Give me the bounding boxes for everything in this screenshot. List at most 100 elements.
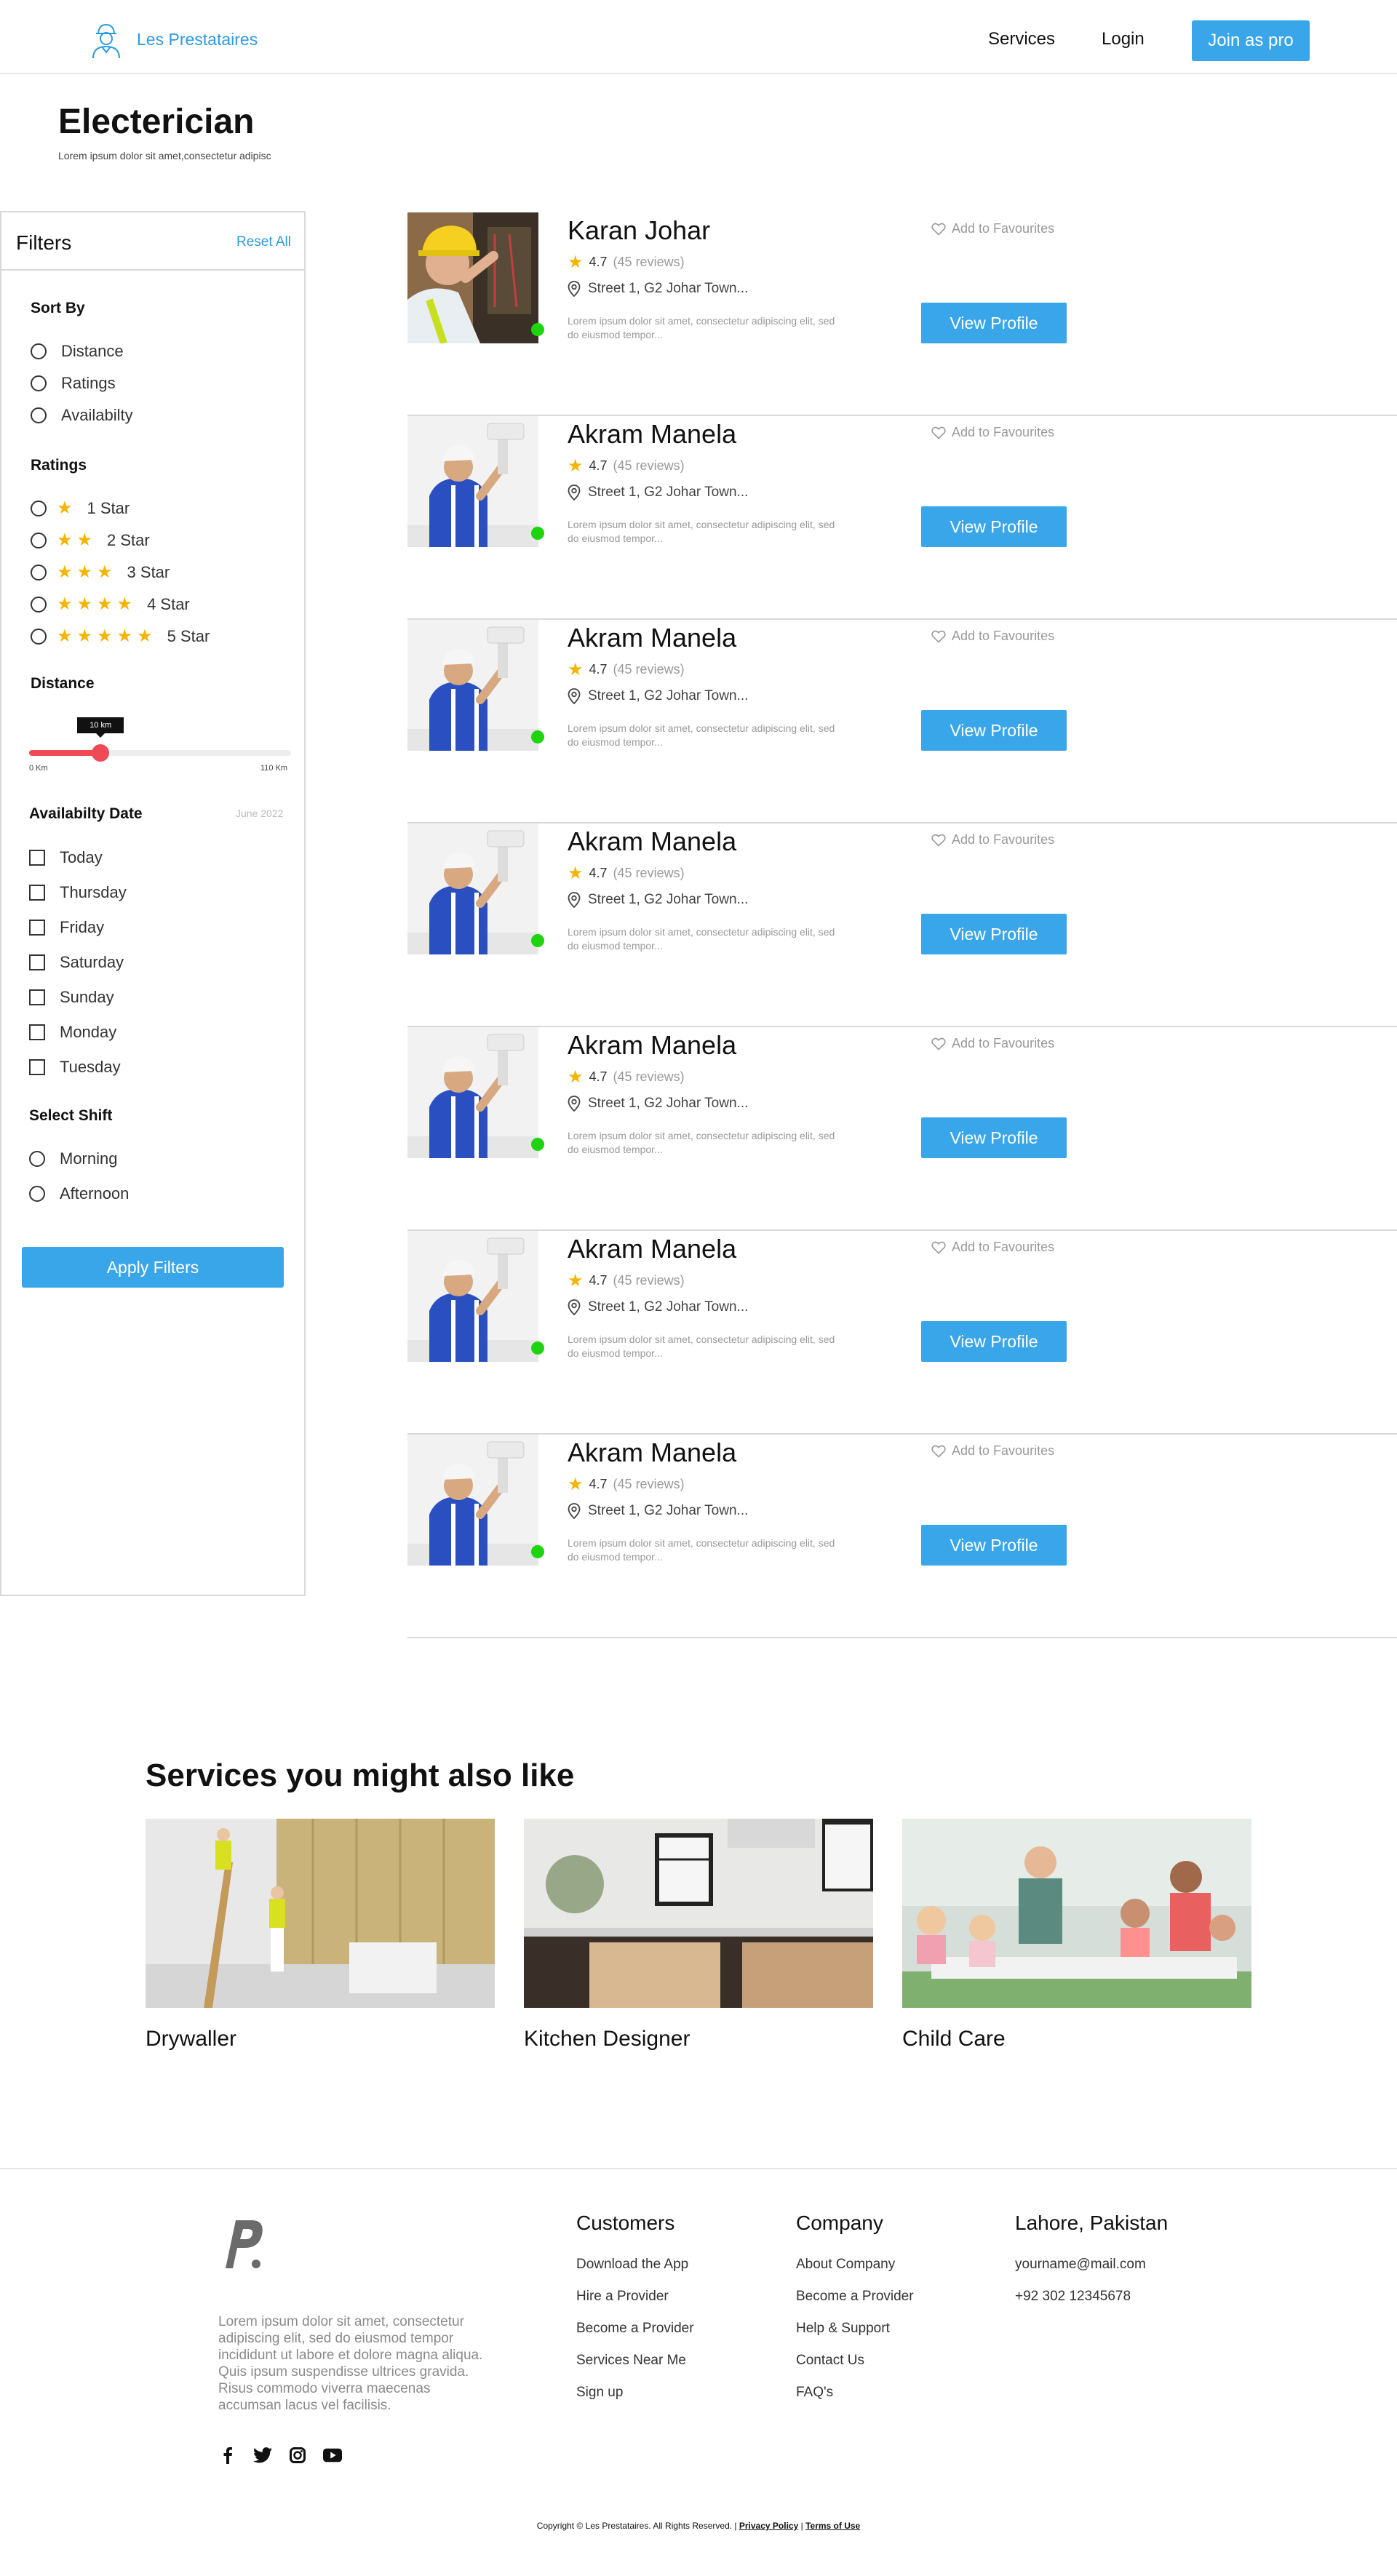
rating-option-3[interactable]: ★★★ 3 Star [31,562,170,583]
twitter-icon[interactable] [253,2446,272,2465]
join-as-pro-button[interactable]: Join as pro [1192,20,1310,61]
provider-photo[interactable] [407,1435,538,1566]
distance-slider[interactable] [29,744,291,762]
view-profile-button[interactable]: View Profile [921,506,1067,547]
rating-option-1[interactable]: ★ 1 Star [31,498,130,519]
footer-link[interactable]: Download the App [576,2257,694,2289]
provider-name[interactable]: Akram Manela [568,1030,736,1061]
provider-name[interactable]: Akram Manela [568,1234,736,1264]
radio-button[interactable] [29,1151,45,1167]
brand-name: Les Prestataires [137,29,258,49]
provider-photo[interactable] [407,212,538,343]
footer-phone[interactable]: +92 302 12345678 [1015,2289,1168,2321]
add-to-favourites-button[interactable]: Add to Favourites [931,425,1054,440]
footer-link[interactable]: FAQ's [796,2385,914,2417]
sort-option-distance[interactable]: Distance [31,342,124,361]
distance-slider-handle[interactable] [92,744,110,762]
date-option-monday[interactable]: Monday [29,1023,116,1042]
checkbox[interactable] [29,885,45,901]
service-card-drywaller[interactable]: Drywaller [146,1819,495,2051]
rating-value: 4.7 [589,1069,608,1084]
nav-login-link[interactable]: Login [1102,29,1145,49]
shift-option-morning[interactable]: Morning [29,1149,117,1168]
provider-description: Lorem ipsum dolor sit amet, consectetur … [568,1537,835,1563]
view-profile-button[interactable]: View Profile [921,914,1067,954]
footer-link[interactable]: Contact Us [796,2353,914,2385]
instagram-icon[interactable] [288,2446,307,2465]
nav-services-link[interactable]: Services [988,29,1055,49]
footer-link[interactable]: Become a Provider [796,2289,914,2321]
footer-email[interactable]: yourname@mail.com [1015,2257,1168,2289]
date-option-saturday[interactable]: Saturday [29,953,124,972]
radio-button[interactable] [31,564,47,581]
radio-button[interactable] [31,343,47,359]
footer-link[interactable]: Services Near Me [576,2353,694,2385]
footer-link[interactable]: Sign up [576,2385,694,2417]
radio-button[interactable] [31,407,47,423]
view-profile-button[interactable]: View Profile [921,303,1067,343]
provider-photo[interactable] [407,416,538,547]
youtube-icon[interactable] [323,2446,342,2465]
radio-button[interactable] [31,596,47,613]
add-to-favourites-button[interactable]: Add to Favourites [931,1240,1054,1255]
service-card-child-care[interactable]: Child Care [902,1819,1251,2051]
checkbox[interactable] [29,954,45,970]
provider-photo[interactable] [407,1027,538,1158]
radio-button[interactable] [31,628,47,645]
add-to-favourites-button[interactable]: Add to Favourites [931,221,1054,236]
view-profile-button[interactable]: View Profile [921,1117,1067,1158]
footer-link[interactable]: Hire a Provider [576,2289,694,2321]
provider-photo[interactable] [407,1231,538,1362]
provider-name[interactable]: Akram Manela [568,419,736,450]
rating-option-2[interactable]: ★★ 2 Star [31,530,150,551]
radio-button[interactable] [29,1186,45,1202]
checkbox[interactable] [29,989,45,1005]
add-to-favourites-button[interactable]: Add to Favourites [931,1443,1054,1459]
facebook-icon[interactable] [218,2446,237,2465]
view-profile-button[interactable]: View Profile [921,1525,1067,1566]
footer-company-title: Company [796,2212,883,2234]
checkbox[interactable] [29,1059,45,1075]
radio-button[interactable] [31,532,47,549]
privacy-policy-link[interactable]: Privacy Policy [739,2521,798,2531]
shift-option-afternoon[interactable]: Afternoon [29,1184,129,1203]
footer-link[interactable]: About Company [796,2257,914,2289]
sort-option-ratings[interactable]: Ratings [31,374,116,393]
date-option-thursday[interactable]: Thursday [29,883,127,902]
reset-all-link[interactable]: Reset All [236,234,291,250]
date-option-today[interactable]: Today [29,848,103,867]
add-to-favourites-button[interactable]: Add to Favourites [931,629,1054,644]
provider-name[interactable]: Akram Manela [568,623,736,653]
checkbox[interactable] [29,920,45,936]
star-icon: ★ [568,252,584,272]
service-card-kitchen-designer[interactable]: Kitchen Designer [524,1819,873,2051]
option-label: Tuesday [60,1058,121,1076]
footer-link[interactable]: Help & Support [796,2321,914,2353]
provider-photo[interactable] [407,824,538,954]
terms-of-use-link[interactable]: Terms of Use [805,2521,860,2531]
provider-name[interactable]: Karan Johar [568,215,710,246]
checkbox[interactable] [29,1024,45,1040]
rating-option-5[interactable]: ★★★★★ 5 Star [31,626,210,647]
radio-button[interactable] [31,500,47,517]
footer-link[interactable]: Become a Provider [576,2321,694,2353]
date-option-sunday[interactable]: Sunday [29,988,114,1007]
view-profile-button[interactable]: View Profile [921,710,1067,751]
sort-option-availability[interactable]: Availabilty [31,406,133,425]
rating-option-4[interactable]: ★★★★ 4 Star [31,594,190,615]
radio-button[interactable] [31,375,47,391]
location-pin-icon [568,1299,581,1315]
brand-logo[interactable]: Les Prestataires [86,19,258,60]
provider-photo[interactable] [407,620,538,751]
date-option-tuesday[interactable]: Tuesday [29,1058,121,1077]
provider-name[interactable]: Akram Manela [568,1437,736,1468]
date-option-friday[interactable]: Friday [29,918,104,937]
copyright-separator: | [800,2521,803,2531]
heart-icon [931,630,946,643]
add-to-favourites-button[interactable]: Add to Favourites [931,832,1054,848]
add-to-favourites-button[interactable]: Add to Favourites [931,1036,1054,1051]
provider-name[interactable]: Akram Manela [568,826,736,857]
apply-filters-button[interactable]: Apply Filters [22,1247,284,1288]
view-profile-button[interactable]: View Profile [921,1321,1067,1362]
checkbox[interactable] [29,850,45,866]
